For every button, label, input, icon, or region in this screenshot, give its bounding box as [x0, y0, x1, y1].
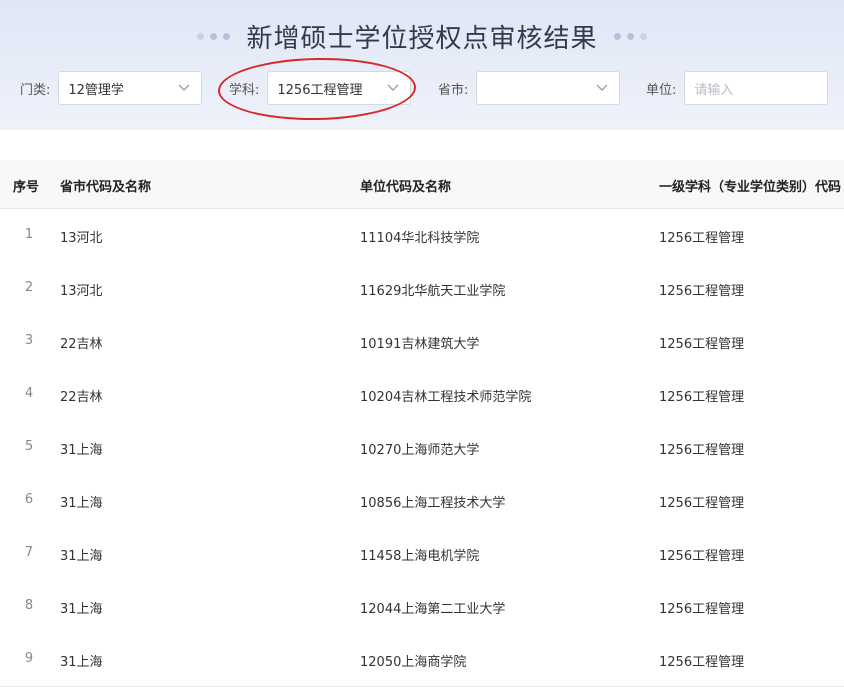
- province-select[interactable]: [476, 71, 621, 105]
- row-discipline: 1256工程管理: [659, 443, 745, 458]
- category-value: 12管理学: [68, 82, 124, 98]
- title-row: 新增硕士学位授权点审核结果: [0, 14, 844, 58]
- chevron-down-icon: [178, 84, 190, 91]
- row-province: 13河北: [60, 231, 103, 246]
- row-index: 3: [24, 333, 34, 348]
- row-unit: 10270上海师范大学: [360, 443, 480, 458]
- row-province: 22吉林: [60, 390, 103, 405]
- row-unit: 11629北华航天工业学院: [360, 284, 506, 299]
- row-unit: 12050上海商学院: [360, 655, 467, 670]
- row-unit: 11458上海电机学院: [360, 549, 480, 564]
- row-discipline: 1256工程管理: [659, 337, 745, 352]
- row-discipline: 1256工程管理: [659, 231, 745, 246]
- province-filter: 省市:: [438, 70, 621, 106]
- table-row[interactable]: 6 31上海 10856上海工程技术大学 1256工程管理: [0, 474, 844, 528]
- unit-placeholder: 请输入: [694, 82, 734, 98]
- row-province: 31上海: [60, 443, 103, 458]
- table-row[interactable]: 4 22吉林 10204吉林工程技术师范学院 1256工程管理: [0, 368, 844, 422]
- row-index: 1: [24, 227, 34, 242]
- header-unit: 单位代码及名称: [360, 180, 452, 195]
- row-discipline: 1256工程管理: [659, 390, 745, 405]
- header-panel: 新增硕士学位授权点审核结果 门类: 12管理学 学科: 1256工程管理 省市:…: [0, 0, 844, 130]
- row-index: 4: [24, 386, 34, 401]
- row-province: 31上海: [60, 496, 103, 511]
- decorative-dots-right: [613, 32, 647, 40]
- row-province: 31上海: [60, 655, 103, 670]
- header-province: 省市代码及名称: [60, 180, 152, 195]
- row-index: 5: [24, 439, 34, 454]
- decorative-dots-left: [197, 32, 231, 40]
- page-title: 新增硕士学位授权点审核结果: [246, 23, 598, 54]
- category-select[interactable]: 12管理学: [58, 71, 203, 105]
- row-index: 7: [24, 545, 34, 560]
- row-discipline: 1256工程管理: [659, 284, 745, 299]
- header-discipline: 一级学科（专业学位类别）代码: [659, 180, 842, 195]
- row-unit: 12044上海第二工业大学: [360, 602, 506, 617]
- row-discipline: 1256工程管理: [659, 602, 745, 617]
- row-index: 6: [24, 492, 34, 507]
- row-province: 22吉林: [60, 337, 103, 352]
- row-province: 31上海: [60, 602, 103, 617]
- table-row[interactable]: 2 13河北 11629北华航天工业学院 1256工程管理: [0, 262, 844, 316]
- category-label: 门类:: [20, 82, 51, 98]
- table-row[interactable]: 9 31上海 12050上海商学院 1256工程管理: [0, 633, 844, 687]
- row-index: 2: [24, 280, 34, 295]
- province-label: 省市:: [438, 82, 469, 98]
- table-row[interactable]: 7 31上海 11458上海电机学院 1256工程管理: [0, 527, 844, 581]
- table-row[interactable]: 8 31上海 12044上海第二工业大学 1256工程管理: [0, 580, 844, 634]
- row-province: 31上海: [60, 549, 103, 564]
- row-unit: 11104华北科技学院: [360, 231, 480, 246]
- row-province: 13河北: [60, 284, 103, 299]
- header-index: 序号: [13, 180, 40, 195]
- row-discipline: 1256工程管理: [659, 496, 745, 511]
- row-unit: 10191吉林建筑大学: [360, 337, 480, 352]
- table-row[interactable]: 1 13河北 11104华北科技学院 1256工程管理: [0, 209, 844, 263]
- unit-label: 单位:: [646, 82, 677, 98]
- row-discipline: 1256工程管理: [659, 655, 745, 670]
- table-header: 序号 省市代码及名称 单位代码及名称 一级学科（专业学位类别）代码: [0, 160, 844, 209]
- row-index: 9: [24, 651, 34, 666]
- row-index: 8: [24, 598, 34, 613]
- chevron-down-icon: [596, 84, 608, 91]
- row-unit: 10204吉林工程技术师范学院: [360, 390, 532, 405]
- row-discipline: 1256工程管理: [659, 549, 745, 564]
- category-filter: 门类: 12管理学: [20, 70, 203, 106]
- unit-filter: 单位: 请输入: [646, 70, 829, 106]
- table-row[interactable]: 5 31上海 10270上海师范大学 1256工程管理: [0, 421, 844, 475]
- unit-input[interactable]: 请输入: [684, 71, 829, 105]
- row-unit: 10856上海工程技术大学: [360, 496, 506, 511]
- table-row[interactable]: 3 22吉林 10191吉林建筑大学 1256工程管理: [0, 315, 844, 369]
